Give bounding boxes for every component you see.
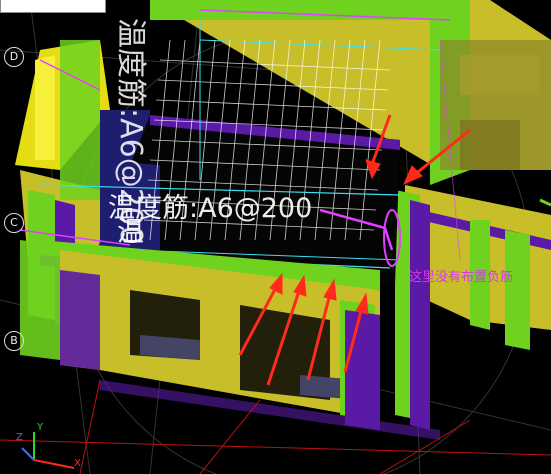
right-walls (395, 185, 551, 430)
ucs-z-label: Z (16, 432, 23, 443)
axis-tag-d: D (4, 47, 24, 67)
axis-tag-b: B (4, 331, 24, 351)
ucs-y-label: Y (37, 422, 44, 433)
model-canvas[interactable] (0, 0, 551, 474)
toolbar-strip[interactable] (0, 0, 106, 13)
rebar-annotation-second-line: 温 (117, 217, 144, 248)
missing-rebar-note: 这里没有布置负筋 (409, 270, 514, 285)
ucs-x-label: X (74, 458, 81, 469)
cad-3d-viewport[interactable]: D C B 温度筋:A6@200 温度筋:A6@200 温 这里没有布置负筋 Z… (0, 0, 551, 474)
front-beams (20, 240, 440, 440)
ucs-icon: Z Y X (14, 420, 94, 474)
axis-tag-c: C (4, 213, 24, 233)
